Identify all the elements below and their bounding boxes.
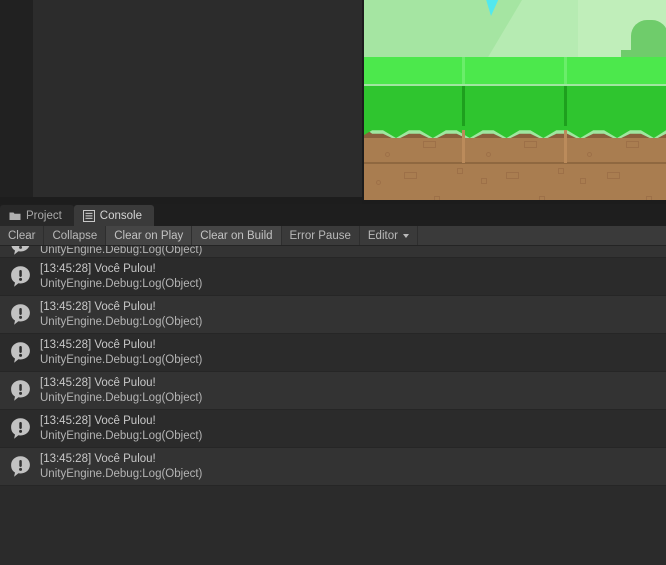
log-entry-row[interactable]: [13:45:28] Você Pulou! UnityEngine.Debug…	[0, 372, 666, 410]
console-dock: Project Console Clear Collapse Clear on …	[0, 204, 666, 565]
dirt-seam-vertical-1	[462, 130, 465, 163]
console-log-list[interactable]: UnityEngine.Debug:Log(Object) [13:45:28]…	[0, 246, 666, 525]
clear-on-play-button[interactable]: Clear on Play	[106, 226, 193, 245]
clear-button-label: Clear	[8, 229, 36, 242]
console-list-icon	[82, 209, 95, 222]
log-info-icon	[8, 416, 33, 441]
log-entry-row[interactable]: [13:45:28] Você Pulou! UnityEngine.Debug…	[0, 296, 666, 334]
log-entry-message: [13:45:28] Você Pulou!	[40, 339, 156, 351]
log-entry-stack: UnityEngine.Debug:Log(Object)	[40, 278, 203, 290]
dirt-decoration	[481, 178, 487, 184]
grass-seam-bright-2	[564, 57, 567, 84]
dock-tab-bar: Project Console	[0, 204, 666, 226]
unity-editor-window: Project Console Clear Collapse Clear on …	[0, 0, 666, 565]
log-info-icon	[8, 264, 33, 289]
tab-console[interactable]: Console	[73, 205, 154, 226]
log-entry-text: [13:45:28] Você Pulou! UnityEngine.Debug…	[40, 300, 202, 329]
log-info-icon	[8, 454, 33, 479]
log-entry-stack: UnityEngine.Debug:Log(Object)	[40, 354, 203, 366]
dirt-decoration	[457, 168, 463, 174]
console-toolbar: Clear Collapse Clear on Play Clear on Bu…	[0, 226, 666, 246]
log-entry-message: [13:45:28] Você Pulou!	[40, 415, 156, 427]
grass-platform-bright	[364, 57, 666, 84]
dirt-seam-vertical-2	[564, 130, 567, 163]
editor-top-area	[0, 0, 666, 204]
folder-icon	[9, 210, 21, 222]
dirt-decoration	[376, 180, 381, 185]
grass-seam-dark-2	[564, 86, 567, 130]
dirt-decoration	[486, 152, 491, 157]
dirt-decoration	[587, 152, 592, 157]
clear-on-build-label: Clear on Build	[200, 229, 273, 242]
log-entry-row[interactable]: [13:45:28] Você Pulou! UnityEngine.Debug…	[0, 334, 666, 372]
left-panel-strip	[0, 0, 33, 197]
log-entry-message: [13:45:28] Você Pulou!	[40, 263, 156, 275]
grass-seam-bright-1	[462, 57, 465, 84]
log-entry-text: UnityEngine.Debug:Log(Object)	[40, 246, 202, 257]
log-entry-stack: UnityEngine.Debug:Log(Object)	[40, 468, 203, 480]
dirt-layer-upper	[364, 138, 666, 163]
game-view-panel[interactable]	[362, 0, 666, 204]
grass-seam-dark-1	[462, 86, 465, 130]
dirt-decoration	[385, 152, 390, 157]
scene-hierarchy-panel	[33, 0, 362, 197]
log-entry-text: [13:45:28] Você Pulou! UnityEngine.Debug…	[40, 262, 202, 291]
log-entry-message: [13:45:28] Você Pulou!	[40, 453, 156, 465]
error-pause-button[interactable]: Error Pause	[281, 226, 360, 245]
log-entry-text: [13:45:28] Você Pulou! UnityEngine.Debug…	[40, 414, 202, 443]
dirt-decoration	[626, 141, 639, 148]
collapse-button-label: Collapse	[52, 229, 98, 242]
log-info-icon	[8, 302, 33, 327]
console-empty-area[interactable]	[0, 486, 666, 525]
dirt-decoration	[506, 172, 519, 179]
panel-divider	[0, 197, 362, 204]
tab-project-label: Project	[26, 209, 62, 222]
log-info-icon	[8, 340, 33, 365]
log-entry-text: [13:45:28] Você Pulou! UnityEngine.Debug…	[40, 376, 202, 405]
dirt-decoration	[423, 141, 436, 148]
dirt-decoration	[404, 172, 417, 179]
log-entry-stack: UnityEngine.Debug:Log(Object)	[40, 430, 203, 442]
clear-on-play-label: Clear on Play	[114, 229, 184, 242]
toolbar-spacer	[417, 226, 666, 245]
log-entry-row[interactable]: [13:45:28] Você Pulou! UnityEngine.Debug…	[0, 258, 666, 296]
tab-console-label: Console	[99, 209, 142, 222]
editor-dropdown[interactable]: Editor	[359, 226, 418, 245]
collapse-button[interactable]: Collapse	[44, 226, 107, 245]
dirt-decoration	[558, 168, 564, 174]
dirt-decoration	[524, 141, 537, 148]
clear-button[interactable]: Clear	[0, 226, 45, 245]
log-entry-row[interactable]: [13:45:28] Você Pulou! UnityEngine.Debug…	[0, 410, 666, 448]
log-entry-stack: UnityEngine.Debug:Log(Object)	[40, 392, 203, 404]
error-pause-label: Error Pause	[289, 229, 351, 242]
dirt-decoration	[580, 178, 586, 184]
log-entry-text: [13:45:28] Você Pulou! UnityEngine.Debug…	[40, 338, 202, 367]
log-entry-row[interactable]: [13:45:28] Você Pulou! UnityEngine.Debug…	[0, 448, 666, 486]
chevron-down-icon	[402, 233, 409, 238]
log-info-icon	[8, 378, 33, 403]
game-canvas[interactable]	[364, 0, 666, 200]
editor-dropdown-label: Editor	[367, 229, 398, 242]
log-info-icon	[8, 246, 33, 257]
log-entry-message: [13:45:28] Você Pulou!	[40, 377, 156, 389]
log-entry-stack: UnityEngine.Debug:Log(Object)	[40, 246, 203, 256]
dirt-layer-lower	[364, 164, 666, 200]
dirt-decoration	[607, 172, 620, 179]
clear-on-build-button[interactable]: Clear on Build	[192, 226, 282, 245]
log-entry-text: [13:45:28] Você Pulou! UnityEngine.Debug…	[40, 452, 202, 481]
log-entry-message: [13:45:28] Você Pulou!	[40, 301, 156, 313]
log-entry-stack: UnityEngine.Debug:Log(Object)	[40, 316, 203, 328]
tab-project[interactable]: Project	[0, 205, 74, 226]
grass-block-dark	[364, 86, 666, 130]
log-entry-clipped[interactable]: UnityEngine.Debug:Log(Object)	[0, 246, 666, 258]
